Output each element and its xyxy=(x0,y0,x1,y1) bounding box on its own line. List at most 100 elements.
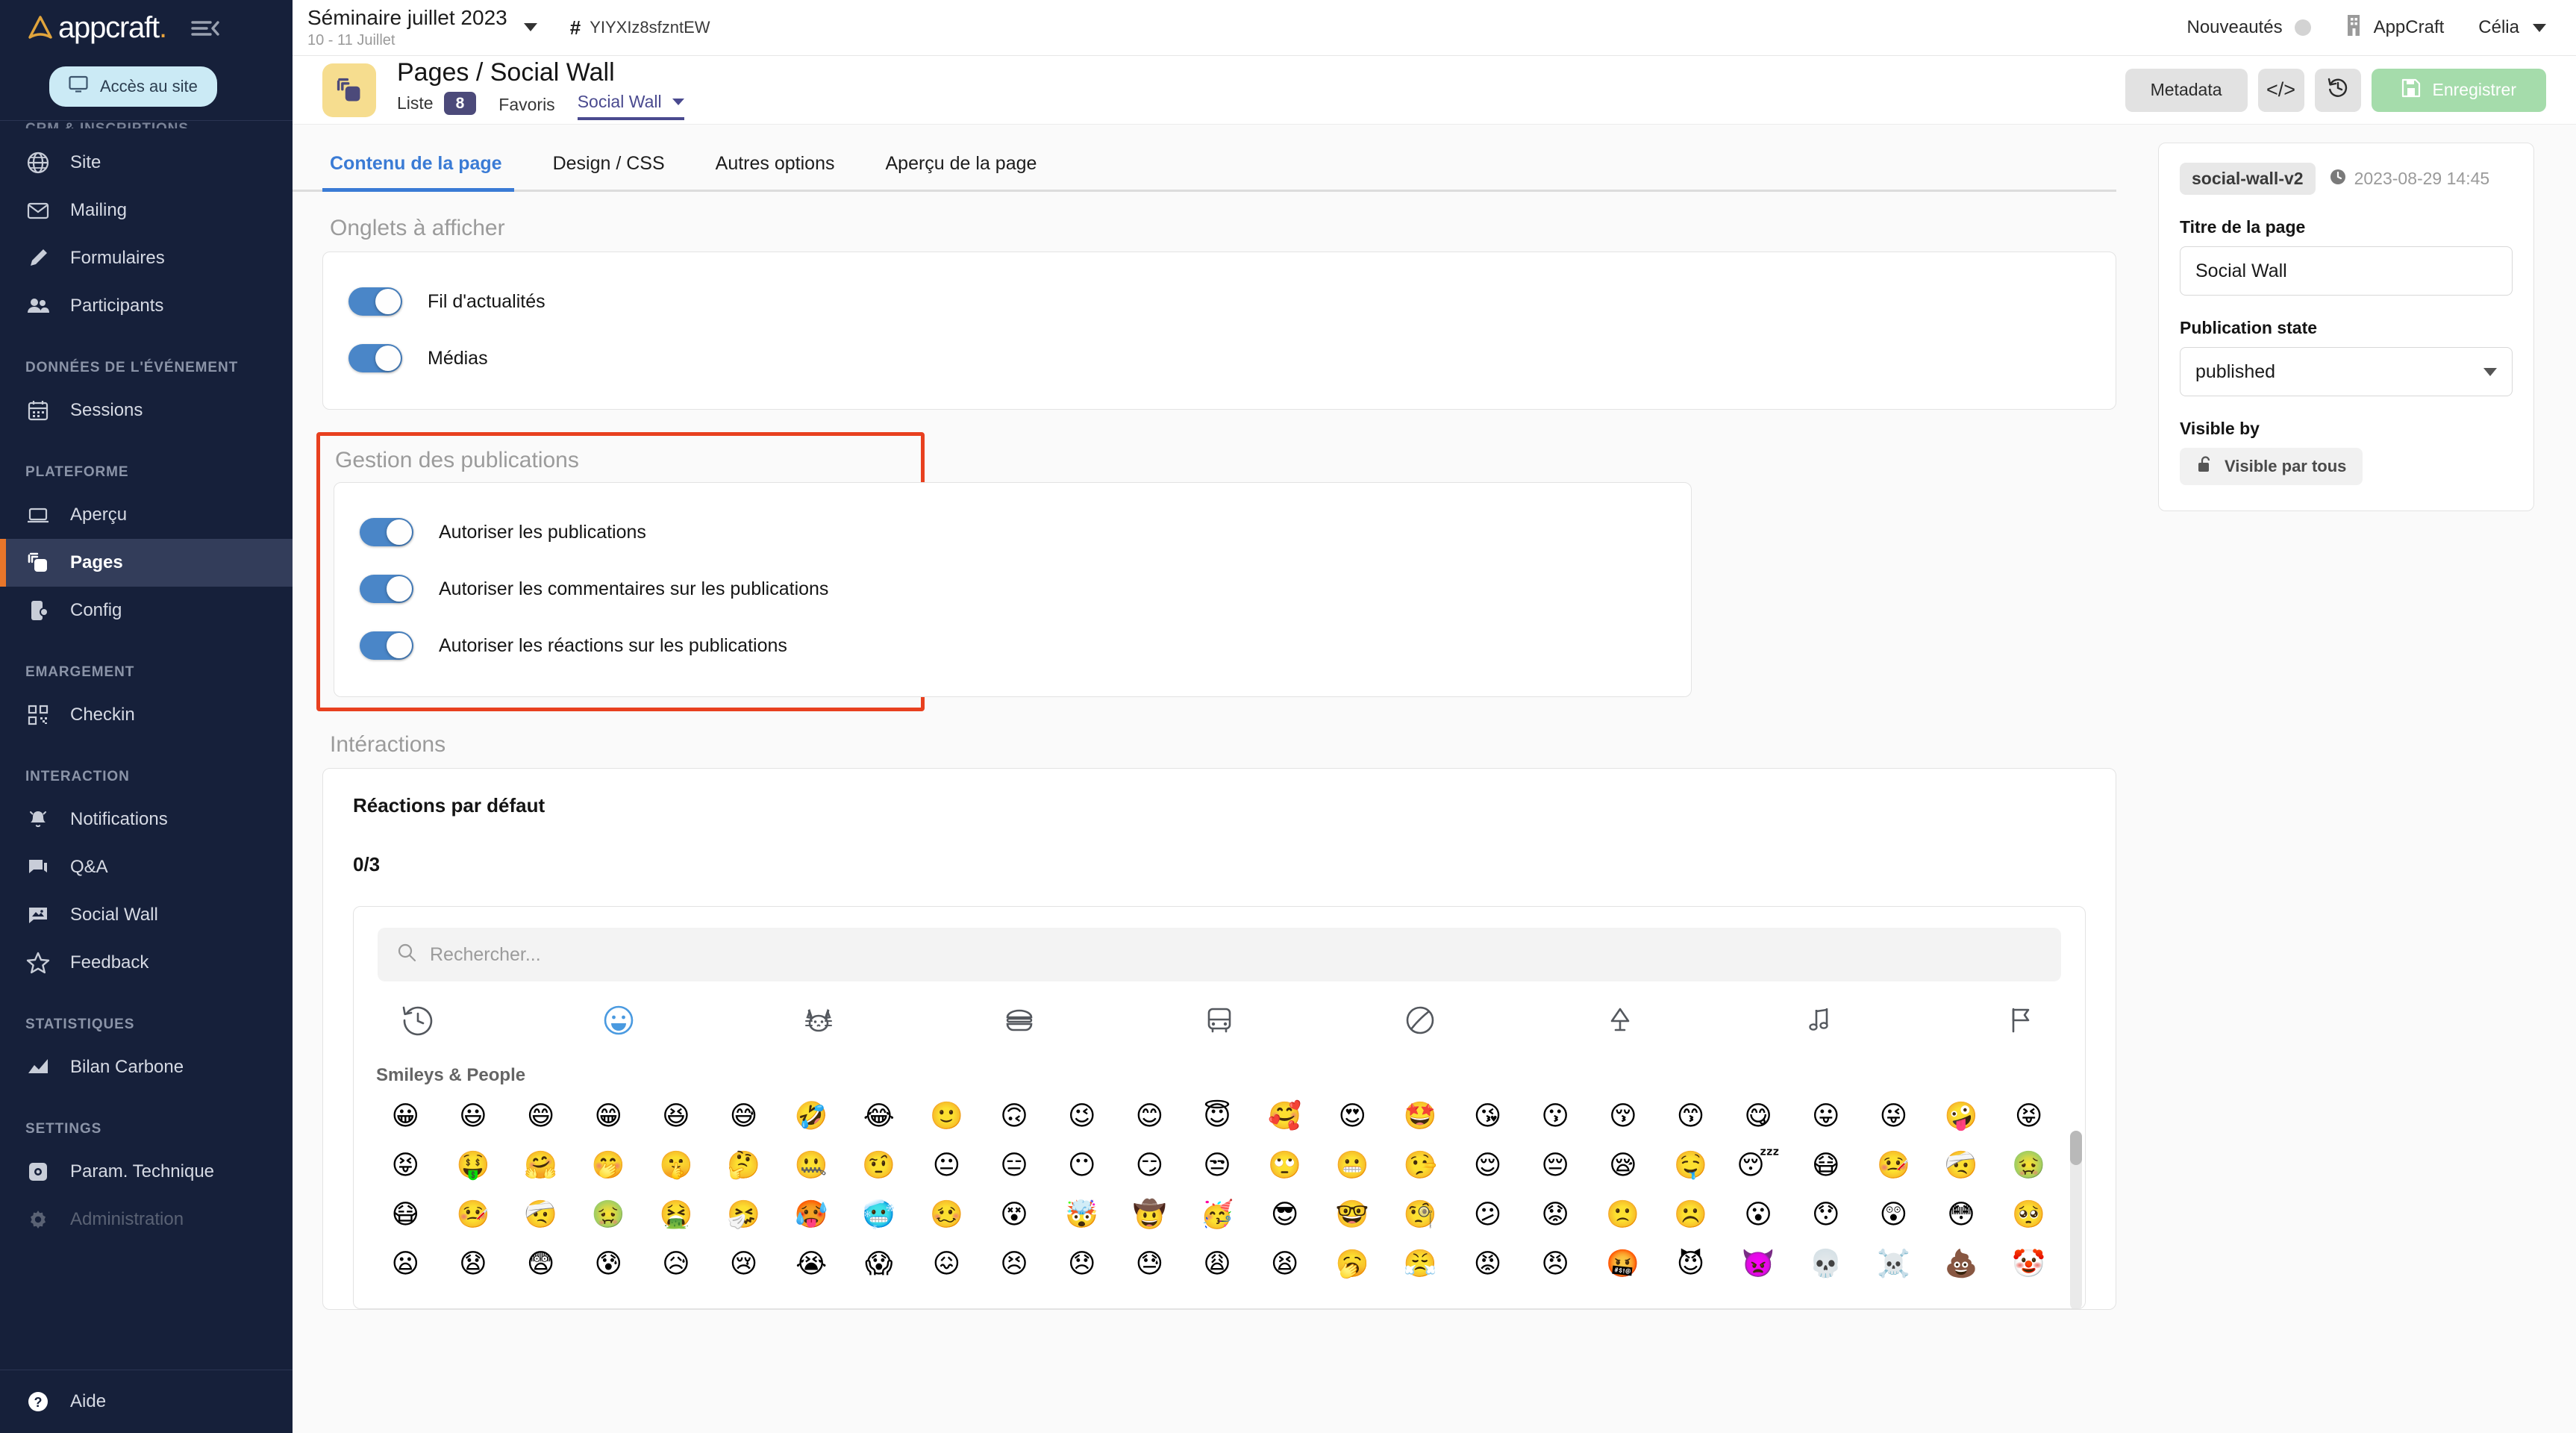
emoji-cell[interactable]: 😥 xyxy=(643,1241,710,1287)
ball-icon[interactable] xyxy=(1401,1001,1439,1040)
publication-state-select[interactable]: published xyxy=(2180,347,2513,396)
emoji-cell[interactable]: 🤮 xyxy=(643,1192,710,1238)
emoji-cell[interactable]: 🤯 xyxy=(1048,1192,1116,1238)
emoji-cell[interactable]: 🤒 xyxy=(440,1192,507,1238)
emoji-cell[interactable]: 🥵 xyxy=(778,1192,845,1238)
history-button[interactable] xyxy=(2314,68,2361,112)
tab-contenu-de-la-page[interactable]: Contenu de la page xyxy=(322,143,528,192)
emoji-cell[interactable]: 😯 xyxy=(1792,1192,1860,1238)
emoji-cell[interactable]: 🥱 xyxy=(1319,1241,1387,1287)
emoji-cell[interactable]: 🙃 xyxy=(981,1093,1048,1140)
emoji-cell[interactable]: 😷 xyxy=(372,1192,440,1238)
sidebar-item-pages[interactable]: Pages xyxy=(0,539,293,587)
tab-design-css[interactable]: Design / CSS xyxy=(528,143,690,190)
emoji-cell[interactable]: 😱 xyxy=(845,1241,913,1287)
emoji-cell[interactable]: 😰 xyxy=(575,1241,643,1287)
emoji-cell[interactable]: 😡 xyxy=(1454,1241,1522,1287)
emoji-cell[interactable]: 😍 xyxy=(1319,1093,1387,1140)
smiley-icon[interactable] xyxy=(599,1001,638,1040)
emoji-cell[interactable]: 😶 xyxy=(1048,1143,1116,1189)
lamp-icon[interactable] xyxy=(1601,1001,1639,1040)
emoji-cell[interactable]: 😕 xyxy=(1454,1192,1522,1238)
emoji-cell[interactable]: 😚 xyxy=(1589,1093,1657,1140)
emoji-search-input[interactable]: Rechercher... xyxy=(378,928,2061,981)
emoji-cell[interactable]: 🤔 xyxy=(710,1143,778,1189)
emoji-cell[interactable]: 🥺 xyxy=(1995,1192,2063,1238)
music-icon[interactable] xyxy=(1801,1001,1840,1040)
emoji-cell[interactable]: 😙 xyxy=(1657,1093,1725,1140)
emoji-cell[interactable]: 😠 xyxy=(1522,1241,1589,1287)
emoji-cell[interactable]: ☹️ xyxy=(1657,1192,1725,1238)
emoji-cell[interactable]: 🥳 xyxy=(1184,1192,1251,1238)
bus-icon[interactable] xyxy=(1200,1001,1239,1040)
burger-icon[interactable] xyxy=(1000,1001,1039,1040)
emoji-cell[interactable]: 😲 xyxy=(1860,1192,1928,1238)
emoji-cell[interactable]: 😦 xyxy=(372,1241,440,1287)
emoji-cell[interactable]: 🤨 xyxy=(845,1143,913,1189)
emoji-cell[interactable]: 😷 xyxy=(1792,1143,1860,1189)
emoji-cell[interactable]: 😔 xyxy=(1522,1143,1589,1189)
emoji-cell[interactable]: 😋 xyxy=(1725,1093,1792,1140)
emoji-cell[interactable]: 🤓 xyxy=(1319,1192,1387,1238)
sidebar-item-site[interactable]: Site xyxy=(0,139,293,187)
sidebar-item-aide[interactable]: ? Aide xyxy=(0,1370,293,1433)
emoji-cell[interactable]: 💩 xyxy=(1928,1241,1995,1287)
emoji-cell[interactable]: 🙁 xyxy=(1589,1192,1657,1238)
emoji-cell[interactable]: 🤒 xyxy=(1860,1143,1928,1189)
access-site-button[interactable]: Accès au site xyxy=(49,66,217,107)
emoji-cell[interactable]: 😘 xyxy=(1454,1093,1522,1140)
sidebar-item-notifications[interactable]: Notifications xyxy=(0,796,293,843)
emoji-cell[interactable]: 😝 xyxy=(372,1143,440,1189)
sidebar-item-checkin[interactable]: Checkin xyxy=(0,691,293,739)
emoji-cell[interactable]: 😐 xyxy=(913,1143,981,1189)
sidebar-item-config[interactable]: Config xyxy=(0,587,293,634)
save-button[interactable]: Enregistrer xyxy=(2371,68,2546,112)
emoji-cell[interactable]: 🤐 xyxy=(778,1143,845,1189)
emoji-cell[interactable]: 😳 xyxy=(1928,1192,1995,1238)
collapse-sidebar-icon[interactable] xyxy=(190,16,220,41)
event-selector[interactable]: Séminaire juillet 2023 10 - 11 Juillet xyxy=(307,6,537,49)
emoji-cell[interactable]: 🥴 xyxy=(913,1192,981,1238)
emoji-cell[interactable]: 🤗 xyxy=(507,1143,575,1189)
emoji-cell[interactable]: 🥶 xyxy=(845,1192,913,1238)
org-selector[interactable]: AppCraft xyxy=(2345,14,2444,42)
emoji-cell[interactable]: 💀 xyxy=(1792,1241,1860,1287)
emoji-cell[interactable]: 😨 xyxy=(507,1241,575,1287)
emoji-cell[interactable]: 🤢 xyxy=(575,1192,643,1238)
emoji-cell[interactable]: 🤤 xyxy=(1657,1143,1725,1189)
emoji-cell[interactable]: 😊 xyxy=(1116,1093,1184,1140)
emoji-cell[interactable]: 😈 xyxy=(1657,1241,1725,1287)
emoji-cell[interactable]: 😉 xyxy=(1048,1093,1116,1140)
emoji-cell[interactable]: 🤑 xyxy=(440,1143,507,1189)
emoji-cell[interactable]: 😬 xyxy=(1319,1143,1387,1189)
emoji-cell[interactable]: 😪 xyxy=(1589,1143,1657,1189)
emoji-cell[interactable]: 😃 xyxy=(440,1093,507,1140)
emoji-cell[interactable]: 🤬 xyxy=(1589,1241,1657,1287)
recent-clock-icon[interactable] xyxy=(398,1001,437,1040)
sidebar-item-bilan-carbone[interactable]: Bilan Carbone xyxy=(0,1043,293,1091)
tab-apercu-de-la-page[interactable]: Aperçu de la page xyxy=(860,143,1062,190)
emoji-cell[interactable]: 🤢 xyxy=(1995,1143,2063,1189)
emoji-cell[interactable]: 🧐 xyxy=(1387,1192,1454,1238)
emoji-cell[interactable]: 😗 xyxy=(1522,1093,1589,1140)
emoji-cell[interactable]: 😏 xyxy=(1116,1143,1184,1189)
emoji-cell[interactable]: 😂 xyxy=(845,1093,913,1140)
emoji-cell[interactable]: 😣 xyxy=(981,1241,1048,1287)
emoji-cell[interactable]: 🤥 xyxy=(1387,1143,1454,1189)
nouveautes-link[interactable]: Nouveautés xyxy=(2186,17,2311,38)
emoji-cell[interactable]: 😌 xyxy=(1454,1143,1522,1189)
sidebar-item-formulaires[interactable]: Formulaires xyxy=(0,234,293,282)
emoji-scrollbar-thumb[interactable] xyxy=(2070,1131,2082,1165)
emoji-cell[interactable]: 🤡 xyxy=(1995,1241,2063,1287)
emoji-cell[interactable]: 😆 xyxy=(643,1093,710,1140)
emoji-cell[interactable]: 😀 xyxy=(372,1093,440,1140)
emoji-cell[interactable]: 🤕 xyxy=(507,1192,575,1238)
sidebar-item-social-wall[interactable]: Social Wall xyxy=(0,891,293,939)
cat-icon[interactable] xyxy=(799,1001,838,1040)
emoji-cell[interactable]: 😁 xyxy=(575,1093,643,1140)
emoji-cell[interactable]: 🤫 xyxy=(643,1143,710,1189)
emoji-cell[interactable]: 😫 xyxy=(1251,1241,1319,1287)
sidebar-item-apercu[interactable]: Aperçu xyxy=(0,491,293,539)
subtab-favoris[interactable]: Favoris xyxy=(498,95,554,120)
emoji-cell[interactable]: 😩 xyxy=(1184,1241,1251,1287)
